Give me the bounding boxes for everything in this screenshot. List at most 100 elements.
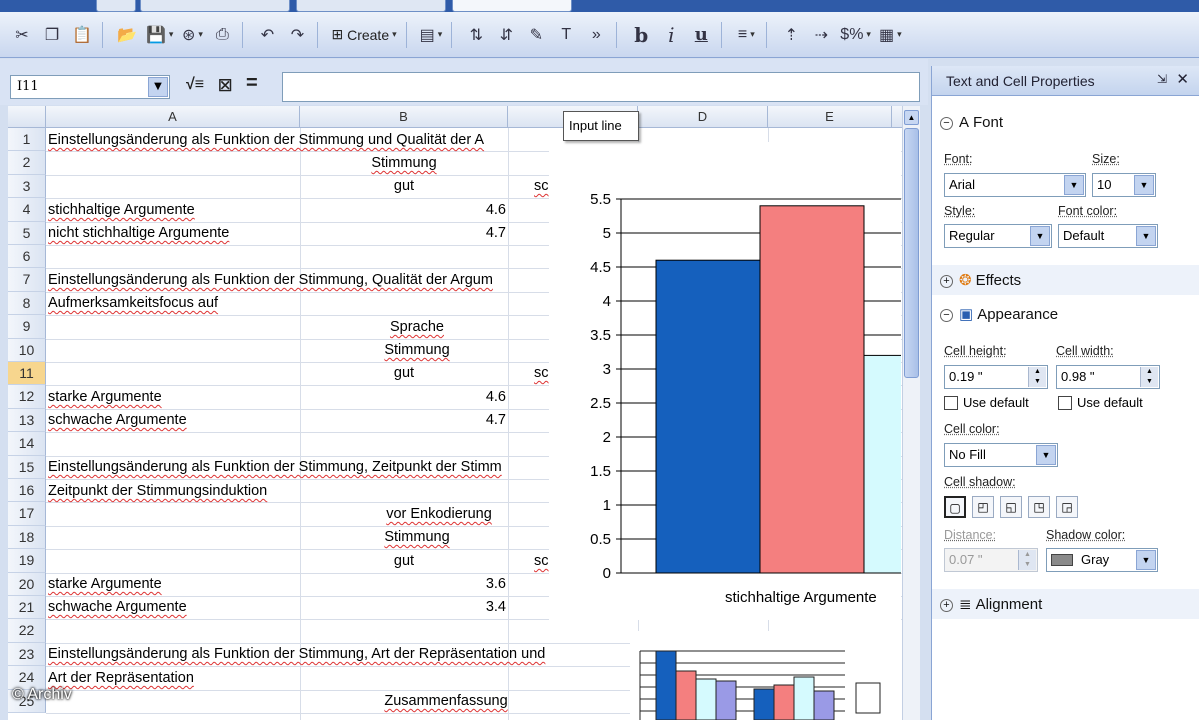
create-button[interactable]: ⊞ Create ▾ [328, 20, 399, 50]
row-header-4[interactable]: 4 [8, 198, 46, 221]
paste-icon[interactable]: 📋 [68, 20, 96, 50]
cell-a7[interactable]: Einstellungsänderung als Funktion der St… [48, 269, 493, 292]
open-icon[interactable]: 📂 [113, 20, 141, 50]
sum-icon[interactable]: ☒ [218, 76, 232, 96]
row-header-5[interactable]: 5 [8, 222, 46, 245]
sort-asc-icon[interactable]: ⇅ [462, 20, 490, 50]
document-tab[interactable] [96, 0, 136, 12]
cell-b12[interactable]: 4.6 [300, 386, 506, 409]
italic-icon[interactable]: i [657, 20, 685, 50]
spinner-icon[interactable]: ▲ ▼ [1140, 367, 1158, 387]
cell-a16[interactable]: Zeitpunkt der Stimmungsinduktion [48, 480, 267, 503]
cell-color-select[interactable]: No Fill ▼ [944, 443, 1058, 467]
document-tab[interactable] [140, 0, 290, 12]
cell-a15[interactable]: Einstellungsänderung als Funktion der St… [48, 456, 502, 479]
chevron-down-icon[interactable]: ▼ [1030, 226, 1050, 246]
font-select[interactable]: Arial ▼ [944, 173, 1086, 197]
cell-b19[interactable]: gut [300, 550, 508, 573]
cell-b20[interactable]: 3.6 [300, 573, 506, 596]
shadow-none-icon[interactable]: ▢ [944, 496, 966, 518]
cell-b3[interactable]: gut [300, 175, 508, 198]
row-header-23[interactable]: 23 [8, 643, 46, 666]
cell-c19[interactable]: sc [534, 550, 549, 573]
expand-icon[interactable]: + [940, 275, 953, 288]
input-line[interactable] [282, 72, 920, 102]
chevron-down-icon[interactable]: ▼ [1064, 175, 1084, 195]
row-header-17[interactable]: 17 [8, 502, 46, 525]
spinner-icon[interactable]: ▲ ▼ [1028, 367, 1046, 387]
cell-b10[interactable]: Stimmung [300, 339, 534, 362]
row-header-13[interactable]: 13 [8, 409, 46, 432]
cell-reference-box[interactable]: I11 ▼ [10, 75, 170, 99]
distance-input[interactable]: 0.07 " ▲ ▼ [944, 548, 1038, 572]
cell-a1[interactable]: Einstellungsänderung als Funktion der St… [48, 129, 484, 152]
row-header-19[interactable]: 19 [8, 549, 46, 572]
document-tab-active[interactable] [452, 0, 572, 12]
row-header-2[interactable]: 2 [8, 151, 46, 174]
row-header-6[interactable]: 6 [8, 245, 46, 268]
cell-b4[interactable]: 4.6 [300, 199, 506, 222]
row-header-3[interactable]: 3 [8, 175, 46, 198]
shadow-top-right-icon[interactable]: ◳ [1028, 496, 1050, 518]
currency-icon[interactable]: $% ▾ [837, 20, 874, 50]
cell-a5[interactable]: nicht stichhaltige Argumente [48, 222, 229, 245]
print-icon[interactable]: ⎙ [208, 20, 236, 50]
copy-icon[interactable]: ❐ [38, 20, 66, 50]
cell-width-input[interactable]: 0.98 " ▲ ▼ [1056, 365, 1160, 389]
undo-icon[interactable]: ↶ [253, 20, 281, 50]
collapse-icon[interactable]: − [940, 117, 953, 130]
function-icon[interactable]: √≡ [186, 76, 204, 94]
row-header-21[interactable]: 21 [8, 596, 46, 619]
row-header-18[interactable]: 18 [8, 526, 46, 549]
cell-c3[interactable]: sc [534, 175, 549, 198]
more-icon[interactable]: » [582, 20, 610, 50]
column-header-e[interactable]: E [768, 106, 892, 128]
embedded-chart-thumbnail[interactable] [630, 631, 902, 720]
cell-a8[interactable]: Aufmerksamkeitsfocus auf [48, 292, 218, 315]
column-header-a[interactable]: A [46, 106, 300, 128]
section-effects[interactable]: + ❂ Effects [932, 265, 1199, 295]
shadow-bottom-left-icon[interactable]: ◱ [1000, 496, 1022, 518]
cell-b11[interactable]: gut [300, 362, 508, 385]
chevron-down-icon[interactable]: ▼ [148, 77, 168, 97]
cell-b2[interactable]: Stimmung [300, 152, 508, 175]
cell-a13[interactable]: schwache Argumente [48, 409, 187, 432]
align-icon[interactable]: ≡ ▾ [732, 20, 760, 50]
equals-icon[interactable]: = [246, 72, 258, 95]
borders-icon[interactable]: ▦ ▾ [876, 20, 905, 50]
shadow-color-select[interactable]: Gray ▼ [1046, 548, 1158, 572]
section-font[interactable]: − A Font [932, 108, 1199, 138]
redo-icon[interactable]: ↷ [283, 20, 311, 50]
decrease-icon[interactable]: ⇢ [807, 20, 835, 50]
row-header-20[interactable]: 20 [8, 573, 46, 596]
spinner-icon[interactable]: ▲ ▼ [1018, 550, 1036, 570]
corner-cell[interactable] [8, 106, 46, 128]
row-header-7[interactable]: 7 [8, 268, 46, 291]
use-default-width-checkbox[interactable] [1058, 396, 1072, 410]
cell-b9[interactable]: Sprache [300, 316, 534, 339]
use-default-height-checkbox[interactable] [944, 396, 958, 410]
column-header-d[interactable]: D [638, 106, 768, 128]
row-header-14[interactable]: 14 [8, 432, 46, 455]
chevron-down-icon[interactable]: ▼ [1136, 550, 1156, 570]
scroll-up-icon[interactable]: ▲ [904, 110, 919, 125]
cell-b13[interactable]: 4.7 [300, 409, 506, 432]
chevron-down-icon[interactable]: ▼ [1036, 445, 1056, 465]
vertical-scrollbar[interactable]: ▲ [902, 106, 920, 720]
cell-b5[interactable]: 4.7 [300, 222, 506, 245]
pin-icon[interactable]: ⇲ [1157, 72, 1167, 86]
increase-icon[interactable]: ⇡ [777, 20, 805, 50]
cell-a4[interactable]: stichhaltige Argumente [48, 199, 195, 222]
underline-icon[interactable]: u [687, 20, 715, 50]
cell-a23[interactable]: Einstellungsänderung als Funktion der St… [48, 643, 545, 666]
section-alignment[interactable]: + ≣ Alignment [932, 589, 1199, 619]
textbox-icon[interactable]: T [552, 20, 580, 50]
cell-a12[interactable]: starke Argumente [48, 386, 162, 409]
style-select[interactable]: Regular ▼ [944, 224, 1052, 248]
embedded-bar-chart[interactable]: 0 0.5 1 1.5 2 2.5 3 3.5 4 4.5 5 5.5 stichhaltige Arg… [549, 142, 901, 620]
sort-desc-icon[interactable]: ⇵ [492, 20, 520, 50]
cell-b17[interactable]: vor Enkodierung [300, 503, 578, 526]
chevron-down-icon[interactable]: ▼ [1136, 226, 1156, 246]
cell-b25[interactable]: Zusammenfassung [300, 690, 592, 713]
cell-c11[interactable]: sc [534, 362, 549, 385]
